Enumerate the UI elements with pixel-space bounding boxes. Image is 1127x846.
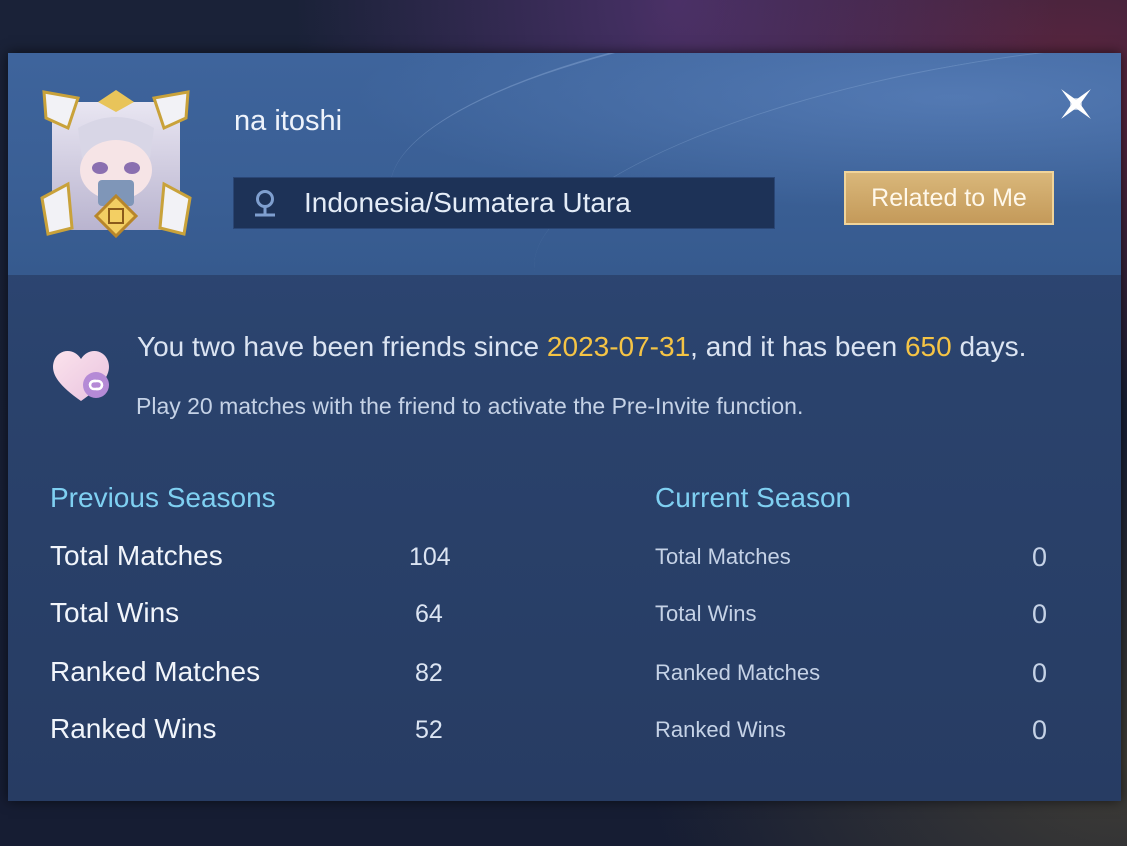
stat-label: Ranked Wins xyxy=(50,713,217,744)
stat-label: Total Wins xyxy=(50,597,180,628)
stat-label: Total Wins xyxy=(655,601,757,626)
friendship-days: 650 xyxy=(904,331,952,362)
stat-label: Ranked Matches xyxy=(655,660,821,685)
location-text: Indonesia/Sumatera Utara xyxy=(304,187,631,218)
friendship-duration-text: You two have been friends since 2023-07-… xyxy=(137,331,1027,362)
stat-label: Total Matches xyxy=(655,544,791,569)
close-icon[interactable] xyxy=(1051,79,1101,129)
stat-value: 82 xyxy=(415,659,443,687)
friends-since-date: 2023-07-31 xyxy=(546,331,691,362)
stat-value: 0 xyxy=(1032,599,1048,629)
preinvite-note: Play 20 matches with the friend to activ… xyxy=(136,393,804,419)
avatar[interactable] xyxy=(38,88,194,240)
stat-value: 104 xyxy=(409,543,451,571)
location-pin-icon xyxy=(255,190,275,217)
stat-label: Total Matches xyxy=(50,540,223,571)
location-field: Indonesia/Sumatera Utara xyxy=(233,177,775,229)
stat-label: Ranked Wins xyxy=(655,717,786,742)
friend-profile-panel: na itoshi Indonesia/Sumatera Utara Relat… xyxy=(8,53,1121,801)
stat-value: 0 xyxy=(1032,658,1048,688)
stat-label: Ranked Matches xyxy=(50,656,261,687)
player-name: na itoshi xyxy=(234,105,343,137)
stat-value: 64 xyxy=(415,600,443,628)
profile-header: na itoshi Indonesia/Sumatera Utara Relat… xyxy=(8,53,1121,275)
stat-value: 0 xyxy=(1032,715,1048,745)
previous-seasons-title: Previous Seasons xyxy=(50,482,276,513)
related-to-me-button[interactable]: Related to Me xyxy=(844,171,1054,225)
stat-value: 52 xyxy=(415,716,443,744)
current-season-title: Current Season xyxy=(655,482,852,513)
heart-link-icon xyxy=(53,350,109,401)
stat-value: 0 xyxy=(1032,542,1048,572)
